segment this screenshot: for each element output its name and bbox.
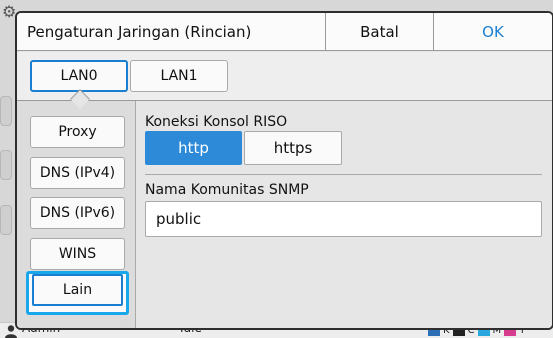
- https-option[interactable]: https: [244, 131, 342, 165]
- snmp-community-label: Nama Komunitas SNMP: [145, 182, 309, 198]
- dialog-title: Pengaturan Jaringan (Rincian): [27, 23, 252, 41]
- dialog-header: Pengaturan Jaringan (Rincian) Batal OK: [17, 13, 552, 51]
- tab-lan0[interactable]: LAN0: [30, 60, 128, 92]
- snmp-community-field[interactable]: public: [145, 201, 542, 237]
- side-item-dns-ipv6[interactable]: DNS (IPv6): [30, 197, 125, 229]
- divider: [145, 174, 542, 175]
- background-panel: [0, 205, 12, 235]
- http-option[interactable]: http: [145, 131, 242, 165]
- tab-lan1[interactable]: LAN1: [130, 60, 228, 92]
- side-menu: Proxy DNS (IPv4) DNS (IPv6) WINS Lain: [17, 101, 136, 328]
- side-item-label: Lain: [32, 274, 123, 306]
- cancel-button[interactable]: Batal: [325, 13, 433, 50]
- dialog-body: Proxy DNS (IPv4) DNS (IPv6) WINS Lain Ko…: [17, 100, 552, 328]
- riso-console-label: Koneksi Konsol RISO: [145, 114, 288, 130]
- side-item-lain[interactable]: Lain: [26, 271, 129, 315]
- ok-button[interactable]: OK: [433, 13, 552, 50]
- settings-content: Koneksi Konsol RISO http https Nama Komu…: [145, 101, 542, 328]
- background-panel: [0, 96, 12, 126]
- lan-tab-row: LAN0 LAN1: [17, 52, 552, 100]
- side-item-proxy[interactable]: Proxy: [30, 116, 125, 148]
- background-panel: [0, 150, 12, 180]
- network-settings-dialog: Pengaturan Jaringan (Rincian) Batal OK L…: [15, 11, 553, 330]
- side-item-wins[interactable]: WINS: [30, 238, 125, 270]
- side-item-dns-ipv4[interactable]: DNS (IPv4): [30, 157, 125, 189]
